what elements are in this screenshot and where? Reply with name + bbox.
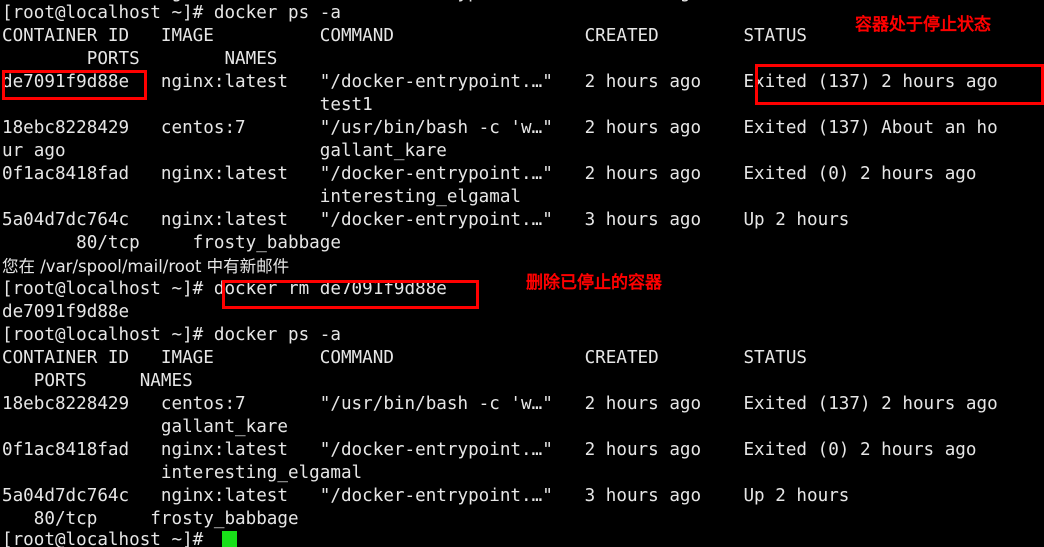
table-row-18ebc8228429-names: ur ago gallant_kare (2, 141, 447, 161)
mail-notice-line: 您在 /var/spool/mail/root 中有新邮件 (2, 257, 290, 276)
table-row-de7091f9d88e-names: test1 (2, 95, 373, 115)
prompt-line-docker-rm: [root@localhost ~]# docker rm de7091f9d8… (2, 279, 447, 299)
table-row-5a04d7dc764c: 5a04d7dc764c nginx:latest "/docker-entry… (2, 210, 850, 230)
table-row-5a04d7dc764c-ports: 80/tcp frosty_babbage (2, 233, 341, 253)
terminal-cursor (222, 531, 237, 547)
terminal-window[interactable]: 5a04d7dc764c nginx:latest "/docker-entry… (0, 0, 1044, 547)
table-row-0f1ac8418fad-names: interesting_elgamal (2, 187, 522, 207)
removed-container-echo: de7091f9d88e (2, 302, 130, 322)
table-header-row-1-cont: PORTS NAMES (2, 49, 278, 69)
prompt-line-final: [root@localhost ~]# (2, 530, 204, 547)
table2-row-0f1ac8418fad: 0f1ac8418fad nginx:latest "/docker-entry… (2, 440, 977, 460)
table2-row-0f1ac8418fad-names: interesting_elgamal (2, 463, 363, 483)
table-row-0f1ac8418fad: 0f1ac8418fad nginx:latest "/docker-entry… (2, 164, 977, 184)
annotation-remove-stopped-container: 删除已停止的容器 (526, 273, 662, 293)
table-header-row-2: CONTAINER ID IMAGE COMMAND CREATED STATU… (2, 348, 808, 368)
table-row-18ebc8228429: 18ebc8228429 centos:7 "/usr/bin/bash -c … (2, 118, 998, 138)
table2-row-5a04d7dc764c-ports: 80/tcp frosty_babbage (2, 509, 299, 529)
prompt-line-docker-ps-a-2: [root@localhost ~]# docker ps -a (2, 325, 341, 345)
table-header-row-2-cont: PORTS NAMES (2, 371, 193, 391)
table2-row-18ebc8228429-names: gallant_kare (2, 417, 288, 437)
table2-row-5a04d7dc764c: 5a04d7dc764c nginx:latest "/docker-entry… (2, 486, 850, 506)
annotation-container-stopped-state: 容器处于停止状态 (855, 15, 991, 35)
table2-row-18ebc8228429: 18ebc8228429 centos:7 "/usr/bin/bash -c … (2, 394, 998, 414)
table-row-de7091f9d88e: de7091f9d88e nginx:latest "/docker-entry… (2, 72, 998, 92)
